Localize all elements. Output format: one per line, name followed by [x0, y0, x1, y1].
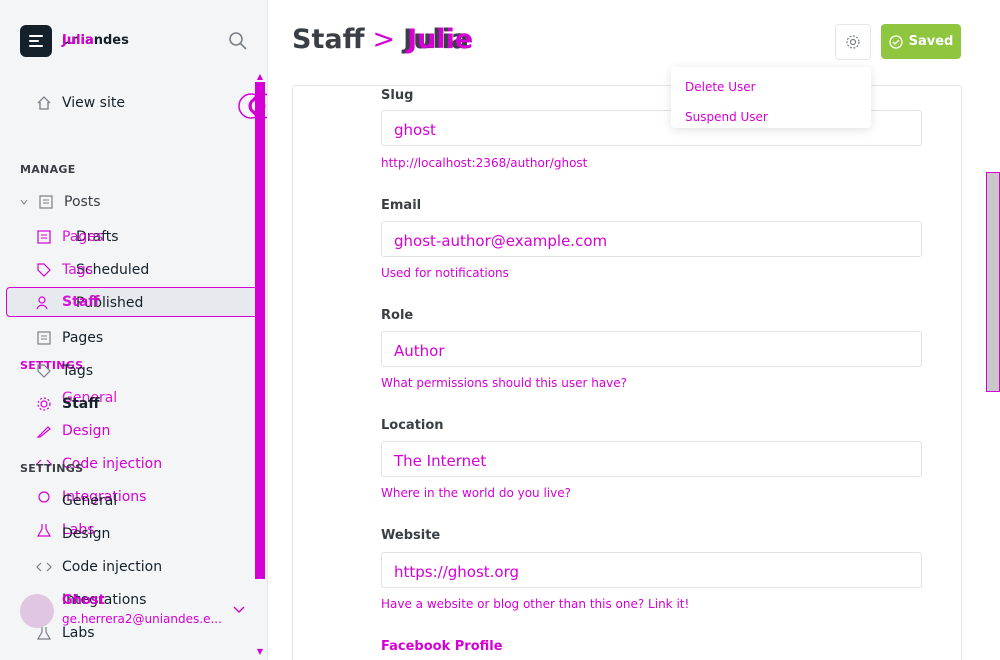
- brush-icon: [36, 426, 51, 438]
- code-icon: [36, 562, 52, 572]
- sidebar-item-posts[interactable]: Posts: [20, 194, 101, 210]
- posts-icon: [39, 195, 53, 209]
- website-label: Website: [381, 528, 441, 543]
- manage-section-label: MANAGE: [20, 163, 76, 176]
- delete-user-item[interactable]: Delete User: [685, 80, 756, 94]
- sidebar-item-design[interactable]: Design: [36, 526, 110, 542]
- main-content: Staff > Julia Julie Saved Slug ghost htt…: [268, 0, 1000, 660]
- staff-icon: [36, 296, 48, 310]
- chevron-down-icon: [233, 606, 245, 613]
- sidebar-item-code-injection[interactable]: Code injection: [36, 559, 162, 575]
- gear-icon: [846, 35, 860, 49]
- slug-label: Slug: [381, 88, 414, 103]
- sidebar-item-design-overlay[interactable]: Design: [36, 423, 110, 439]
- role-select[interactable]: Author: [381, 331, 922, 367]
- user-actions-button[interactable]: [835, 24, 871, 60]
- search-icon[interactable]: [228, 31, 248, 51]
- save-button[interactable]: Saved: [881, 24, 961, 59]
- home-icon: [37, 96, 51, 110]
- breadcrumb-staff[interactable]: Staff: [292, 24, 364, 55]
- sidebar: uniandes Julia View site MANAGE Posts Dr…: [0, 0, 268, 660]
- breadcrumb-separator: >: [372, 24, 396, 55]
- location-field[interactable]: The Internet: [381, 441, 922, 477]
- overlay-tags: Tags: [62, 262, 93, 278]
- page-scrollbar[interactable]: [986, 172, 1000, 392]
- sidebar-item-pages[interactable]: Pages: [36, 330, 103, 346]
- tag-icon: [37, 364, 51, 378]
- view-site-label: View site: [62, 95, 125, 111]
- pages-icon: [37, 230, 51, 244]
- sidebar-scrollbar[interactable]: [255, 82, 265, 579]
- overlay-pages: Pages: [62, 229, 104, 245]
- brand[interactable]: uniandes Julia: [20, 25, 129, 57]
- breadcrumb-user-overlay: Julie: [407, 24, 474, 55]
- gear-icon: [37, 397, 51, 411]
- user-settings-form: Slug ghost http://localhost:2368/author/…: [292, 85, 962, 660]
- breadcrumb-user: Julia Julie: [403, 24, 474, 55]
- scroll-down-icon[interactable]: ▼: [255, 647, 265, 656]
- avatar: [20, 594, 54, 628]
- brand-name-overlay: Julia: [62, 33, 94, 48]
- user-actions-menu: Delete User Suspend User: [671, 67, 871, 128]
- user-menu[interactable]: Ghost ge.herrera2@uniandes.e...: [20, 593, 260, 630]
- role-label: Role: [381, 308, 414, 323]
- email-label: Email: [381, 198, 422, 213]
- email-field[interactable]: ghost-author@example.com: [381, 221, 922, 257]
- pages-icon: [37, 331, 51, 345]
- chevron-down-icon: [20, 199, 28, 205]
- page-title: Staff > Julia Julie: [292, 24, 474, 55]
- suspend-user-item[interactable]: Suspend User: [685, 110, 768, 124]
- facebook-label: Facebook Profile: [381, 639, 503, 654]
- brand-name: uniandes Julia: [62, 33, 129, 48]
- scroll-up-icon[interactable]: ▲: [255, 72, 265, 81]
- user-name: Ghost: [62, 593, 105, 608]
- sidebar-item-tags[interactable]: Tags: [36, 363, 93, 379]
- tag-icon: [37, 263, 51, 277]
- settings-section-label: SETTINGS: [20, 462, 84, 475]
- brand-logo: [20, 25, 52, 57]
- overlay-staff: Staff: [62, 294, 100, 310]
- view-site-link[interactable]: View site: [36, 95, 125, 111]
- user-email: ge.herrera2@uniandes.e...: [62, 612, 222, 626]
- sidebar-item-staff[interactable]: Staff: [36, 396, 100, 412]
- website-field[interactable]: https://ghost.org: [381, 552, 922, 588]
- check-circle-icon: [888, 34, 903, 49]
- location-label: Location: [381, 418, 444, 433]
- sidebar-item-general[interactable]: General: [36, 493, 117, 509]
